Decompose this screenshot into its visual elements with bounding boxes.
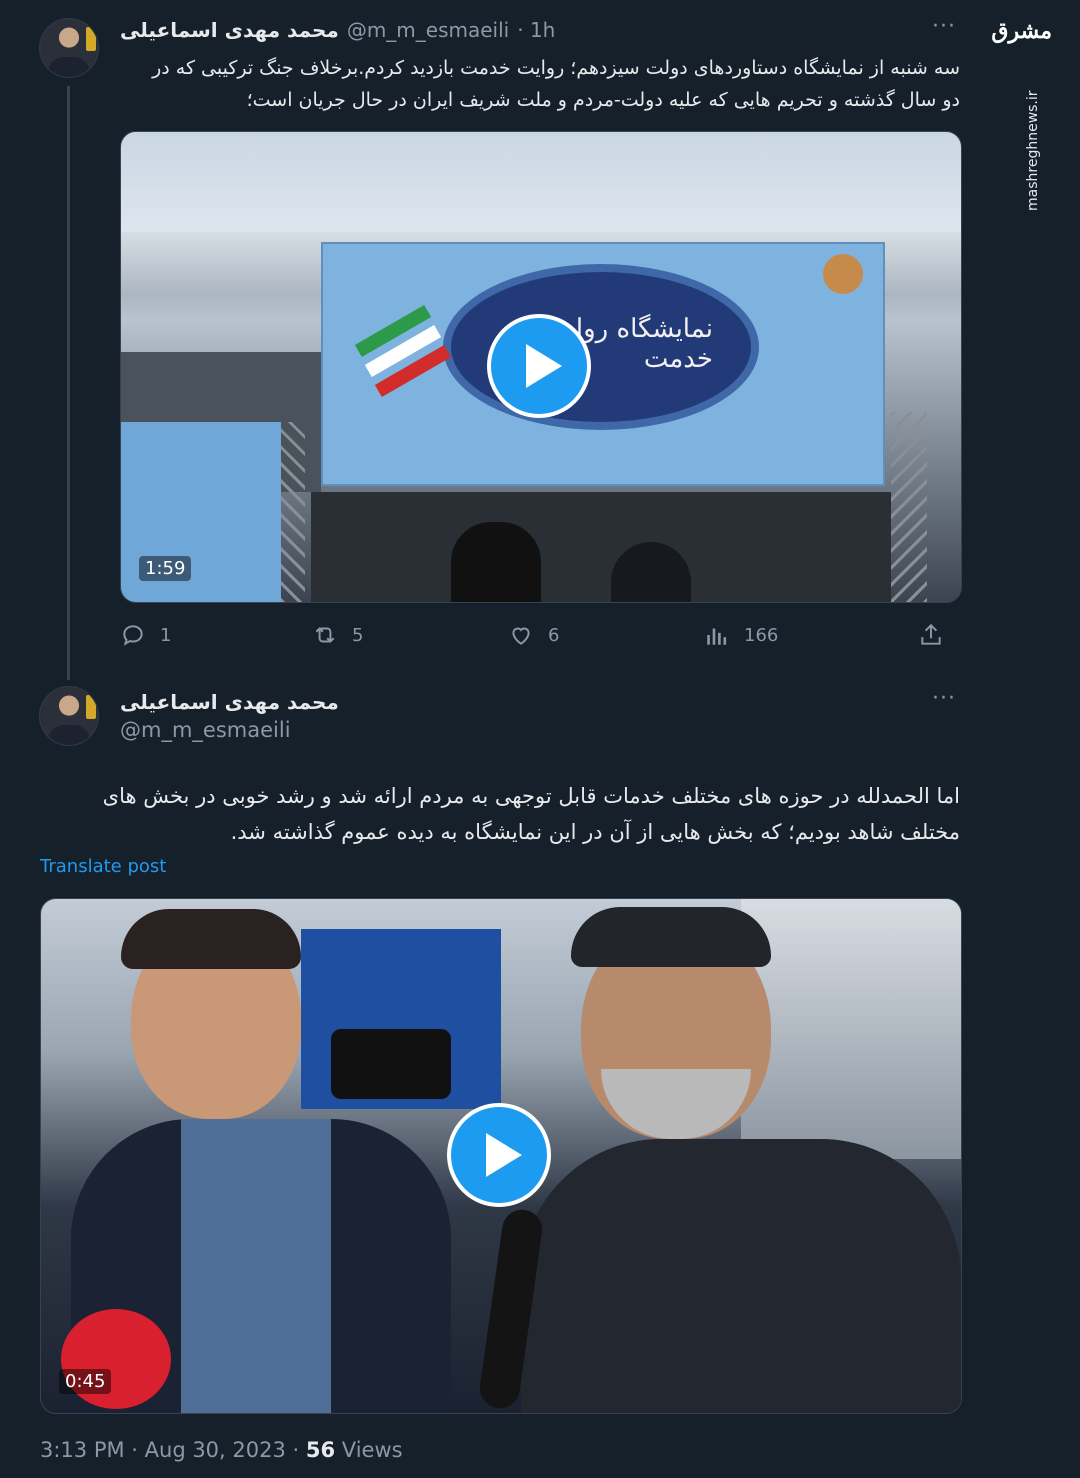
views-button[interactable]: 166 (704, 622, 778, 648)
tweet-text-line: مختلف شاهد بودیم؛ که بخش هایی از آن در ا… (230, 820, 960, 844)
video-thumbnail[interactable]: نمایشگاه روایت خدمت 1:59 (120, 131, 962, 603)
like-button[interactable]: 6 (508, 622, 559, 648)
translate-post-link[interactable]: Translate post (40, 856, 166, 877)
repost-count: 5 (352, 624, 364, 646)
avatar[interactable] (39, 18, 99, 78)
person-silhouette (451, 522, 541, 602)
mashregh-watermark: مشرق mashreghnews.ir (991, 18, 1058, 211)
person-hair-left (121, 909, 301, 969)
mashregh-site: mashreghnews.ir (1025, 90, 1041, 211)
post-timestamp[interactable]: 3:13 PM · Aug 30, 2023 · (40, 1438, 306, 1462)
reply-count: 1 (160, 624, 172, 646)
tweet-text-line: سه شنبه از نمایشگاه دستاوردهای دولت سیزد… (152, 57, 960, 79)
author-name[interactable]: محمد مهدی اسماعیلی (120, 690, 339, 714)
exhibition-banner: نمایشگاه روایت خدمت (321, 242, 885, 486)
reply-icon (123, 625, 143, 646)
tweet2-text: اما الحمدلله در حوزه های مختلف خدمات قاب… (40, 778, 960, 850)
video-thumbnail[interactable]: 0:45 (40, 898, 962, 1414)
view-count: 166 (744, 624, 779, 646)
mic-flag-logo (61, 1309, 171, 1409)
more-options-button[interactable]: ··· (932, 14, 956, 39)
person-hair-right (571, 907, 771, 967)
repost-button[interactable]: 5 (312, 622, 363, 648)
author-name[interactable]: محمد مهدی اسماعیلی (120, 18, 339, 42)
video-duration: 0:45 (59, 1369, 112, 1394)
banner-seal (823, 254, 863, 294)
tweet1-text: سه شنبه از نمایشگاه دستاوردهای دولت سیزد… (120, 52, 960, 116)
avatar[interactable] (39, 686, 99, 746)
author-handle[interactable]: @m_m_esmaeili (120, 718, 291, 742)
tweet-text-line: دو سال گذشته و تحریم هایی که علیه دولت-م… (246, 89, 960, 111)
thread-line (67, 86, 70, 680)
reply-button[interactable]: 1 (120, 622, 171, 648)
camera (331, 1029, 451, 1099)
play-icon (486, 1133, 522, 1177)
tweet-footer: 3:13 PM · Aug 30, 2023 · 56 Views (40, 1438, 403, 1462)
post-views-label: Views (335, 1438, 403, 1462)
video-duration: 1:59 (139, 556, 192, 581)
post-view-count: 56 (305, 1438, 336, 1462)
entrance (311, 492, 891, 602)
scaffold-left (281, 422, 305, 602)
author-handle[interactable]: @m_m_esmaeili (347, 18, 509, 42)
person-beard-right (601, 1069, 751, 1139)
views-icon (707, 628, 727, 645)
play-button[interactable] (447, 1103, 551, 1207)
share-button[interactable] (918, 622, 944, 648)
hall-ceiling (741, 899, 961, 1159)
like-count: 6 (548, 624, 560, 646)
repost-icon (315, 627, 335, 643)
tweet1-header: محمد مهدی اسماعیلی @m_m_esmaeili · 1h (120, 18, 555, 42)
play-button[interactable] (487, 314, 591, 418)
person-shirt-left (181, 1119, 331, 1413)
person-jacket-right (521, 1139, 961, 1413)
play-icon (526, 344, 562, 388)
mashregh-logo: مشرق (991, 18, 1052, 44)
scaffold-right (891, 412, 927, 602)
more-options-button[interactable]: ··· (932, 686, 956, 711)
tweet-text-line: اما الحمدلله در حوزه های مختلف خدمات قاب… (102, 784, 960, 808)
heart-icon (512, 627, 530, 645)
share-icon (921, 623, 941, 645)
tweet-time[interactable]: · 1h (517, 18, 555, 42)
